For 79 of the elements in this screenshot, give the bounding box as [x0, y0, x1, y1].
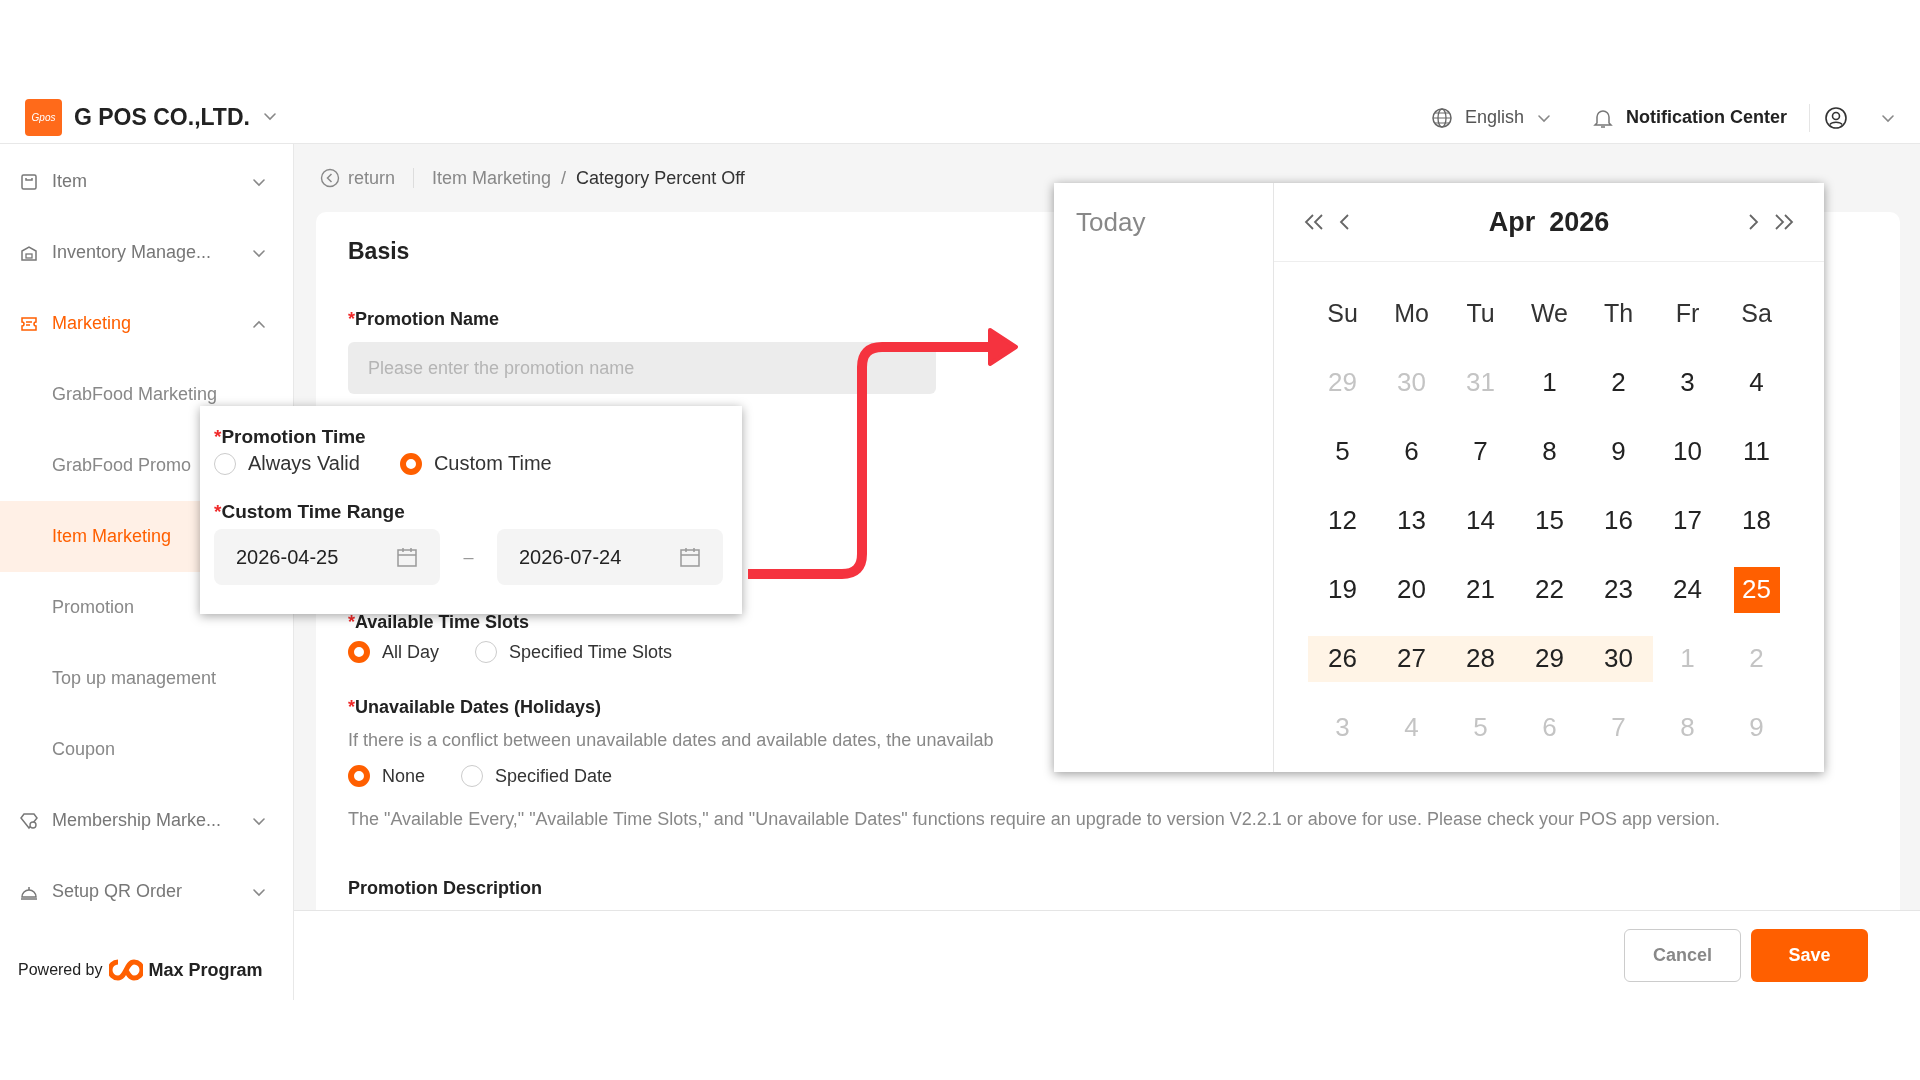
calendar-day[interactable]: 6 — [1388, 428, 1435, 475]
calendar-day[interactable]: 23 — [1595, 566, 1642, 613]
double-chevron-left-icon — [1302, 212, 1326, 232]
calendar-day[interactable]: 22 — [1526, 566, 1573, 613]
diamond-icon — [20, 811, 38, 830]
weekday-label: Sa — [1740, 298, 1773, 329]
cancel-button[interactable]: Cancel — [1624, 929, 1741, 982]
calendar-day[interactable]: 18 — [1733, 497, 1780, 544]
calendar-day[interactable]: 17 — [1664, 497, 1711, 544]
weekday-label: Th — [1602, 298, 1635, 329]
sidebar-menu-item[interactable]: Setup QR Order — [0, 856, 293, 927]
building-icon — [20, 243, 38, 262]
sidebar-menu-item[interactable]: Item — [0, 146, 293, 217]
breadcrumb-separator: / — [561, 167, 567, 189]
calendar-day[interactable]: 24 — [1664, 566, 1711, 613]
hint-text: If there is a conflict between unavailable dates and available dates, the unavailab — [348, 730, 995, 751]
notification-center-button[interactable]: Notification Center — [1592, 106, 1787, 129]
field-label: *Promotion Name — [348, 309, 500, 330]
back-icon — [320, 168, 340, 188]
weekday-label: We — [1529, 298, 1570, 329]
radio-option[interactable]: Specified Time Slots — [475, 641, 673, 663]
radio-option[interactable]: Specified Date — [461, 765, 613, 787]
calendar-day[interactable]: 9 — [1595, 428, 1642, 475]
calendar-day[interactable]: 2 — [1595, 359, 1642, 406]
calendar-day[interactable]: 20 — [1388, 566, 1435, 613]
chevron-right-icon — [1746, 212, 1760, 232]
language-selector[interactable]: English — [1430, 106, 1552, 129]
calendar-day[interactable]: 3 — [1664, 359, 1711, 406]
calendar-day[interactable]: 16 — [1595, 497, 1642, 544]
version-note: The "Available Every," "Available Time Slots," and "Unavailable Dates" functions require an upgrade to version V2.2.1 or above for use. Please check your POS app version. — [348, 809, 1722, 830]
start-date-field[interactable]: 2026-04-25 — [214, 529, 440, 585]
sidebar-submenu-item[interactable]: Top up management — [0, 643, 293, 714]
calendar-day[interactable]: 8 — [1526, 428, 1573, 475]
weekday-label: Fr — [1674, 298, 1701, 329]
radio-option[interactable]: All Day — [348, 641, 439, 663]
double-chevron-right-icon — [1772, 212, 1796, 232]
user-icon[interactable] — [1824, 105, 1848, 130]
calendar-day[interactable]: 7 — [1457, 428, 1504, 475]
calendar-day[interactable]: 19 — [1319, 566, 1366, 613]
calendar-day[interactable]: 5 — [1319, 428, 1366, 475]
infinity-logo-icon — [108, 958, 143, 982]
calendar-day[interactable]: 21 — [1457, 566, 1504, 613]
calendar-day[interactable]: 13 — [1388, 497, 1435, 544]
ticket-icon — [20, 314, 38, 333]
calendar-day[interactable]: 12 — [1319, 497, 1366, 544]
end-date-field[interactable]: 2026-07-24 — [497, 529, 723, 585]
calendar-day[interactable]: 4 — [1733, 359, 1780, 406]
radio-option[interactable]: Always Valid — [214, 452, 360, 475]
field-label: *Available Time Slots — [348, 612, 530, 633]
calendar-month[interactable]: Apr — [1488, 206, 1536, 238]
field-label: *Unavailable Dates (Holidays) — [348, 697, 602, 718]
company-logo: Gpos — [25, 99, 62, 136]
sidebar-menu-item[interactable]: Membership Marke... — [0, 785, 293, 856]
calendar-icon — [679, 546, 701, 568]
globe-icon — [1430, 106, 1453, 129]
range-separator: – — [462, 546, 475, 568]
calendar-year[interactable]: 2026 — [1549, 206, 1610, 238]
today-button[interactable]: Today — [1076, 207, 1146, 238]
section-title: Basis — [348, 238, 411, 265]
calendar-day[interactable]: 10 — [1664, 428, 1711, 475]
brand-name: Max Program — [148, 959, 263, 981]
weekday-label: Tu — [1465, 298, 1496, 329]
company-name: G POS CO.,LTD. — [74, 104, 250, 131]
sidebar-menu-item[interactable]: Inventory Manage... — [0, 217, 293, 288]
breadcrumb-item: Category Percent Off — [576, 167, 745, 189]
calendar-day[interactable]: 15 — [1526, 497, 1573, 544]
weekday-label: Su — [1326, 298, 1359, 329]
radio-option[interactable]: Custom Time — [399, 452, 552, 475]
calendar-icon — [396, 546, 418, 568]
sidebar-submenu-item[interactable]: Coupon — [0, 714, 293, 785]
weekday-label: Mo — [1393, 298, 1430, 329]
calendar-day[interactable]: 14 — [1457, 497, 1504, 544]
box-icon — [20, 172, 38, 191]
radio-option[interactable]: None — [348, 765, 426, 787]
calendar-day[interactable]: 1 — [1526, 359, 1573, 406]
calendar-day[interactable]: 11 — [1733, 428, 1780, 475]
chevron-left-icon — [1338, 212, 1352, 232]
powered-by-text: Powered by — [18, 961, 103, 979]
field-label: Promotion Description — [348, 878, 542, 899]
